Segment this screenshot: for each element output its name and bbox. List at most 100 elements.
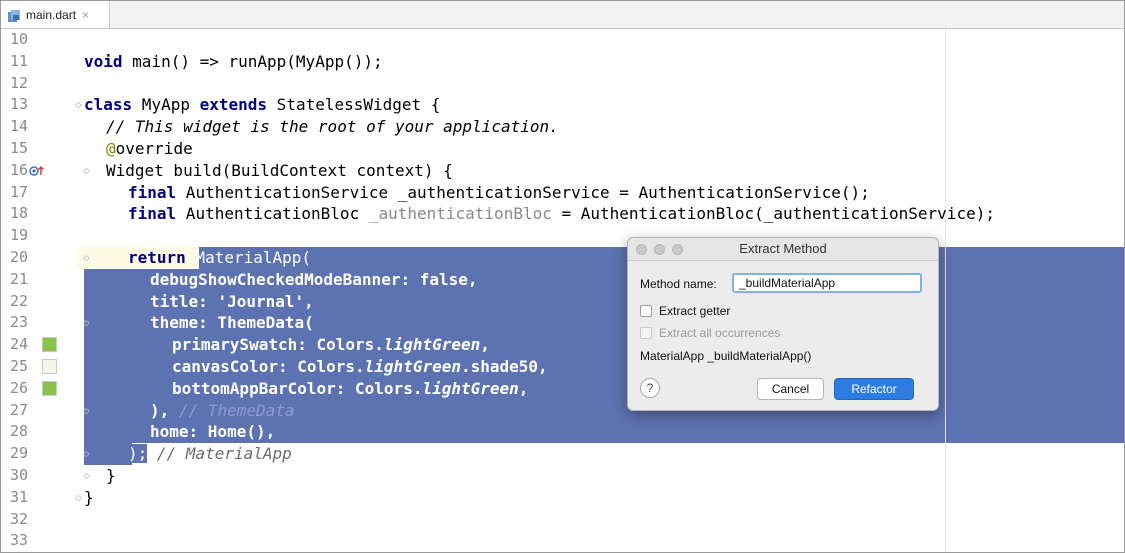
tab-close-icon[interactable]: × (82, 8, 89, 22)
code-line: 16 ◇ Widget build(BuildContext context) … (1, 160, 1124, 182)
extract-method-dialog: Extract Method Method name: Extract gett… (627, 237, 939, 411)
code-token: StatelessWidget { (267, 95, 441, 115)
code-line: 31 ◇ } (1, 487, 1124, 509)
fold-icon[interactable]: ◇ (83, 469, 90, 482)
refactor-button[interactable]: Refactor (834, 378, 914, 400)
code-editor[interactable]: 10 11 void main() => runApp(MyApp()); 12… (1, 29, 1124, 552)
code-text: ), // ThemeData (150, 400, 295, 422)
annotation-at: @ (106, 139, 116, 158)
line-number: 20 (10, 248, 29, 266)
color-swatch-icon[interactable] (42, 337, 57, 353)
line-number: 19 (10, 226, 29, 245)
fold-icon[interactable]: ◇ (83, 251, 90, 264)
code-line: 28 home: Home(), (1, 421, 1124, 443)
code-token: MaterialApp( (185, 248, 312, 267)
method-name-label: Method name: (640, 277, 717, 291)
code-text: canvasColor: Colors.lightGreen.shade50, (172, 356, 548, 378)
keyword: final (128, 182, 177, 202)
extract-all-occurrences-label: Extract all occurrences (659, 326, 781, 340)
line-number: 11 (10, 51, 29, 70)
code-token: ); (128, 444, 148, 464)
method-name-input[interactable] (732, 273, 922, 293)
code-token: ), (150, 400, 179, 420)
code-text: home: Home(), (150, 422, 276, 442)
code-comment: // This widget is the root of your appli… (106, 117, 559, 137)
code-line: 18 final AuthenticationBloc _authenticat… (1, 203, 1124, 225)
code-line: 14 // This widget is the root of your ap… (1, 116, 1124, 138)
code-text: return MaterialApp( (128, 247, 311, 269)
code-token: , (467, 269, 478, 289)
code-text: class MyApp extends StatelessWidget { (84, 94, 440, 116)
code-line: 23 ◇ theme: ThemeData( (1, 312, 1124, 334)
code-line: 11 void main() => runApp(MyApp()); (1, 51, 1124, 73)
code-line: 20 ◇ return MaterialApp( (1, 247, 1124, 269)
line-number: 33 (10, 531, 29, 550)
line-number: 23 (10, 313, 29, 332)
code-token-italic: lightGreen (383, 335, 481, 355)
code-text: ); // MaterialApp (128, 443, 292, 465)
code-text: void main() => runApp(MyApp()); (84, 51, 383, 73)
unused-field: _authenticationBloc (368, 204, 552, 224)
fold-icon[interactable]: ◇ (83, 447, 90, 460)
help-icon[interactable]: ? (640, 378, 660, 398)
code-line: 27 ◇ ), // ThemeData (1, 400, 1124, 422)
code-line: 24 primarySwatch: Colors.lightGreen, (1, 334, 1124, 356)
code-text: } (84, 487, 94, 507)
code-token: AuthenticationBloc (176, 204, 369, 224)
dialog-title: Extract Method (739, 241, 827, 256)
code-line: 21 debugShowCheckedModeBanner: false, (1, 269, 1124, 291)
line-number: 15 (10, 139, 29, 157)
cancel-button[interactable]: Cancel (757, 378, 824, 400)
ide-window: main.dart × 10 11 void main() => runApp(… (0, 0, 1125, 553)
code-text: primarySwatch: Colors.lightGreen, (172, 334, 490, 356)
override-method-icon[interactable] (29, 165, 45, 180)
tab-filename: main.dart (26, 7, 77, 22)
keyword: false (419, 269, 468, 289)
line-number: 24 (10, 335, 29, 354)
code-line: 26 bottomAppBarColor: Colors.lightGreen, (1, 378, 1124, 400)
code-line: 12 (1, 73, 1124, 95)
keyword: class (84, 95, 133, 115)
code-line: 29 ◇ ); // MaterialApp (1, 443, 1124, 465)
fold-icon[interactable]: ◇ (75, 98, 82, 111)
code-token: , (518, 378, 529, 398)
code-text: } (106, 466, 116, 485)
code-token: , (538, 357, 548, 376)
line-number: 27 (10, 400, 29, 419)
line-number: 10 (10, 30, 29, 48)
fold-icon[interactable]: ◇ (83, 316, 90, 329)
code-line: 32 (1, 509, 1124, 531)
annotation-name: override (115, 139, 193, 158)
fold-icon[interactable]: ◇ (83, 404, 90, 417)
color-swatch-icon[interactable] (42, 380, 57, 396)
line-number: 25 (10, 357, 29, 375)
code-token: bottomAppBarColor: Colors. (172, 378, 423, 398)
tab-main-dart[interactable]: main.dart × (1, 1, 110, 28)
line-number: 16 (10, 160, 29, 179)
extract-getter-checkbox[interactable] (640, 305, 652, 317)
code-token: canvasColor: Colors. (172, 357, 365, 376)
code-comment: // MaterialApp (147, 444, 292, 464)
line-number: 26 (10, 378, 29, 397)
code-comment: // ThemeData (178, 400, 295, 420)
code-line: 33 (1, 530, 1124, 552)
extract-getter-label[interactable]: Extract getter (659, 304, 730, 318)
code-token: title: (150, 291, 218, 311)
color-swatch-icon[interactable] (42, 359, 57, 374)
keyword: extends (199, 95, 268, 115)
code-token: AuthenticationService _authenticationSer… (176, 182, 870, 202)
code-line: 30 ◇ } (1, 465, 1124, 487)
editor-tab-bar: main.dart × (1, 1, 1124, 29)
code-text: bottomAppBarColor: Colors.lightGreen, (172, 378, 528, 400)
line-number: 22 (10, 291, 29, 310)
code-text: title: 'Journal', (150, 291, 314, 313)
code-token: MyApp (132, 95, 200, 115)
line-number: 30 (10, 466, 29, 484)
code-token: debugShowCheckedModeBanner: (150, 269, 420, 289)
keyword: void (84, 51, 123, 71)
fold-icon[interactable]: ◇ (75, 491, 82, 504)
fold-icon[interactable]: ◇ (83, 164, 90, 177)
dialog-titlebar: Extract Method (628, 238, 938, 261)
code-line: 25 canvasColor: Colors.lightGreen.shade5… (1, 356, 1124, 378)
line-number: 13 (10, 95, 29, 114)
